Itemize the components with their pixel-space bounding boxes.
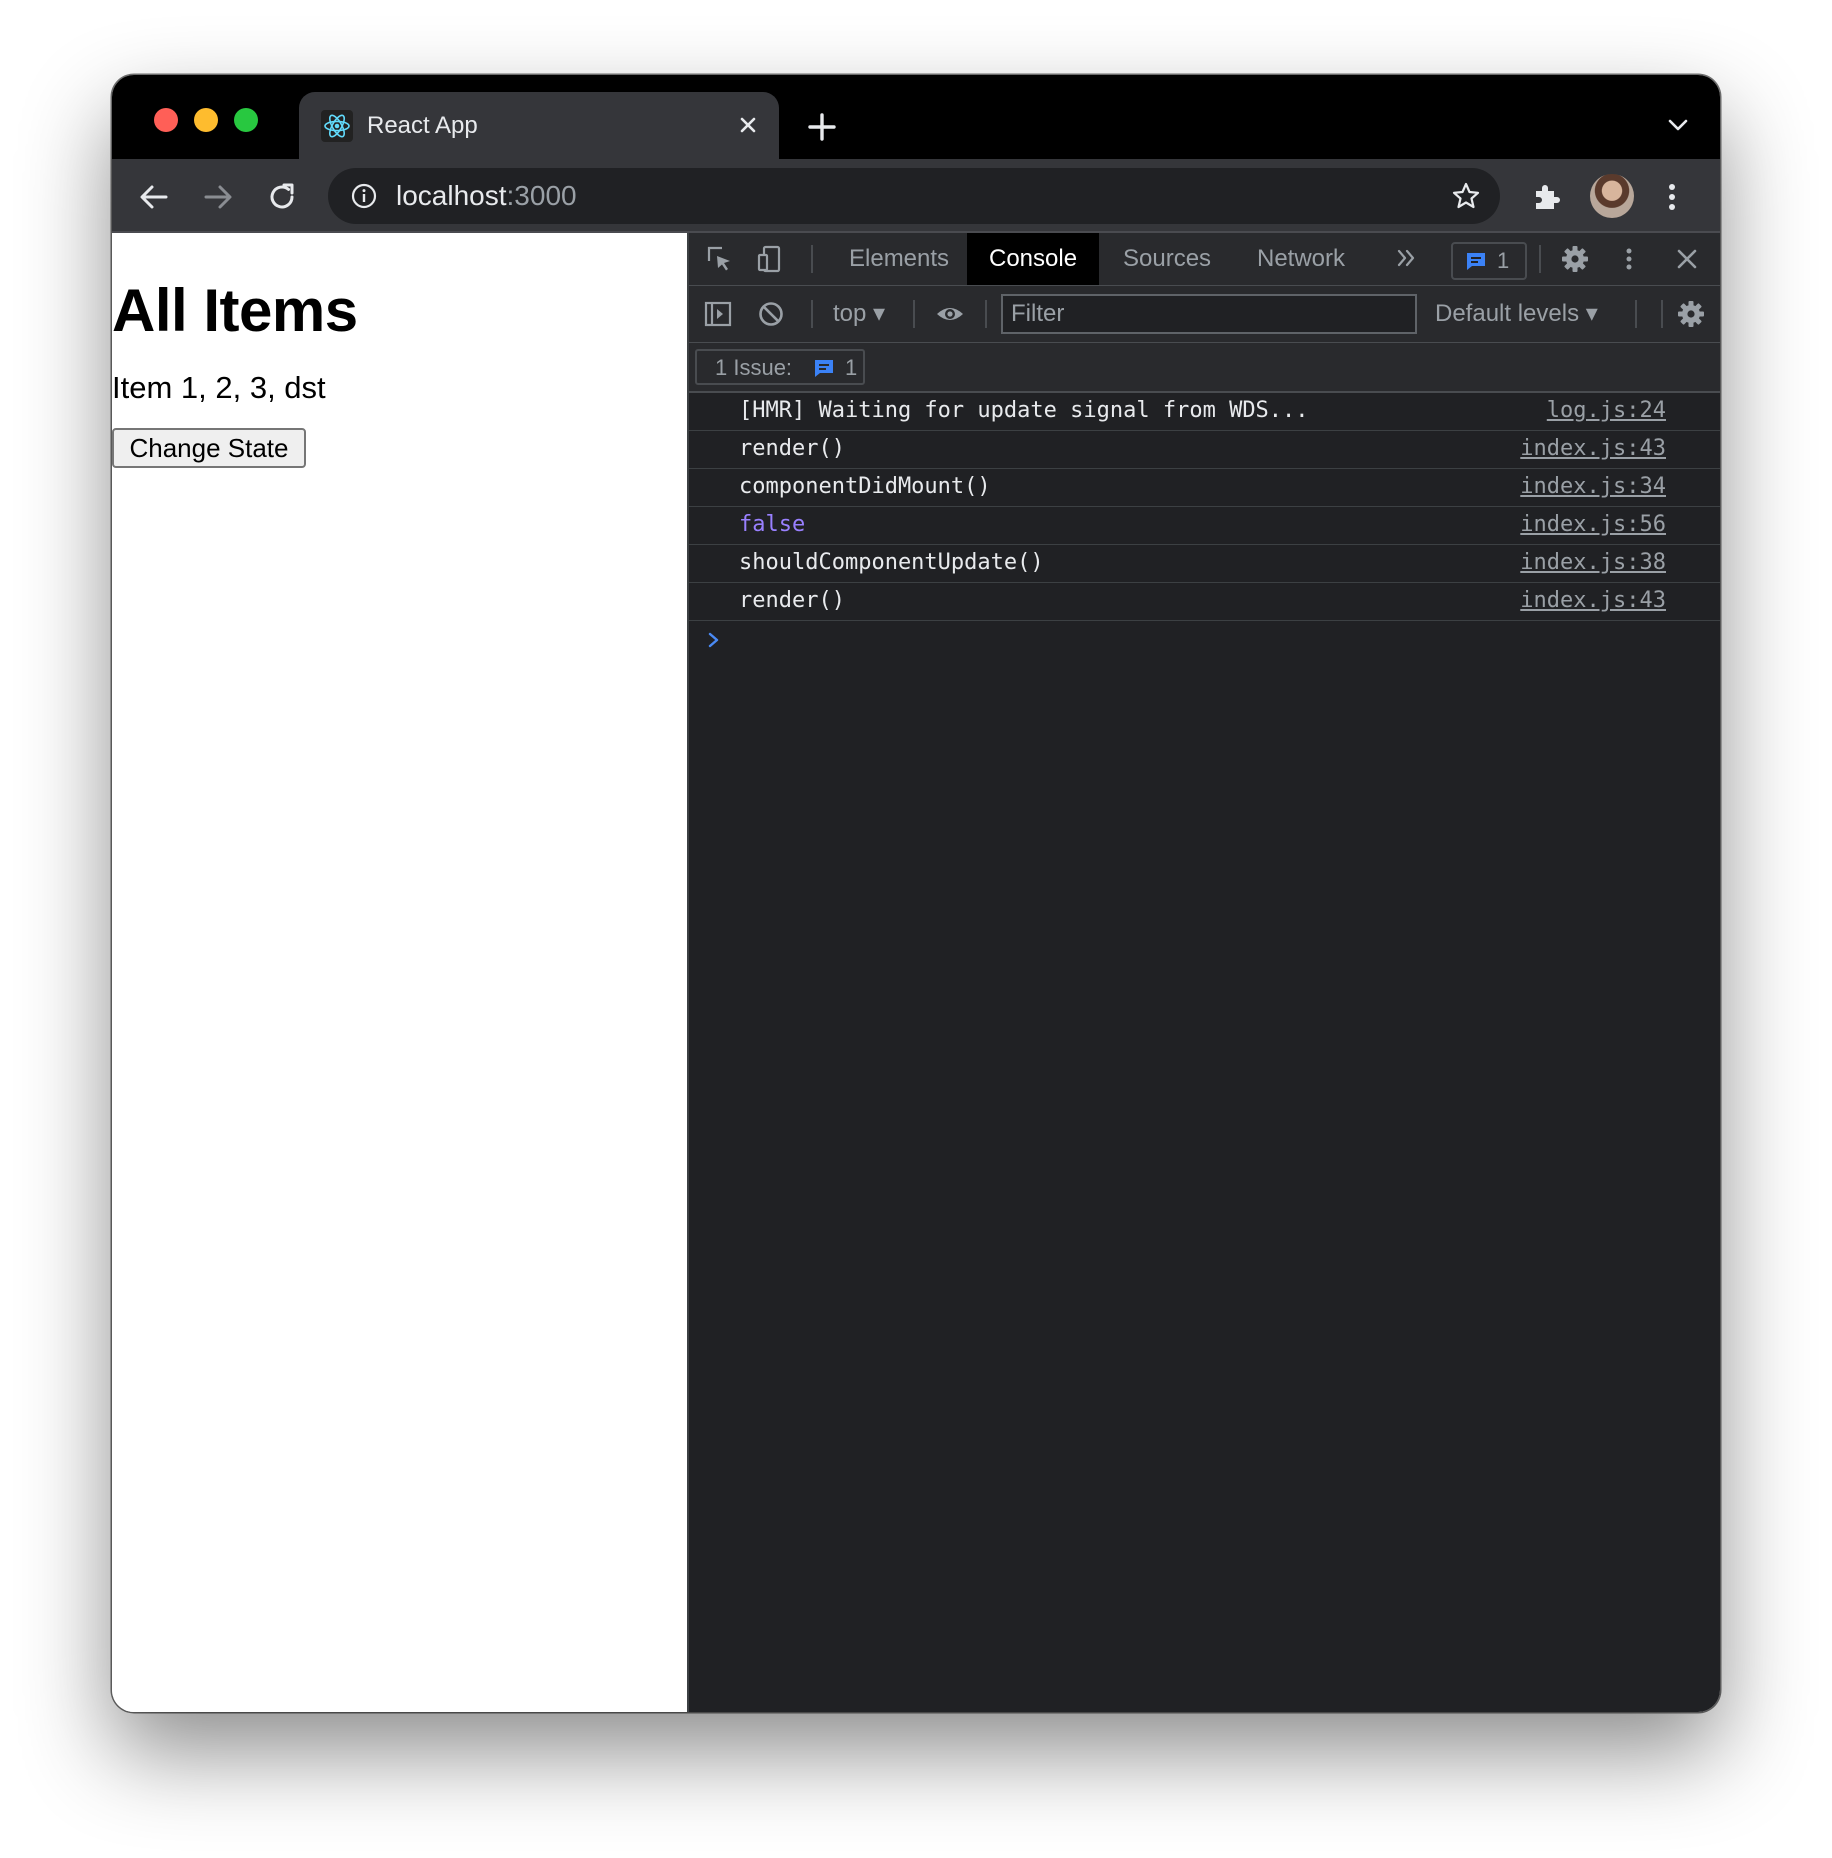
source-link[interactable]: index.js:34	[1520, 469, 1666, 505]
close-window-button[interactable]	[154, 108, 178, 132]
devtools-panel: Elements Console Sources Network 1 top ▾…	[687, 233, 1720, 1712]
console-message: false index.js:56	[689, 507, 1720, 545]
issues-badge[interactable]: 1	[1451, 242, 1527, 280]
source-link[interactable]: index.js:38	[1520, 545, 1666, 581]
web-page: All Items Item 1, 2, 3, dst Change State	[112, 233, 687, 1712]
more-vertical-icon[interactable]	[1652, 177, 1692, 217]
tab-strip: React App	[112, 75, 1720, 159]
live-expression-eye-icon[interactable]	[935, 299, 965, 329]
back-arrow-icon[interactable]	[134, 177, 174, 217]
console-message-text: [HMR] Waiting for update signal from WDS…	[739, 398, 1309, 423]
profile-avatar[interactable]	[1590, 174, 1634, 218]
address-bar[interactable]: localhost:3000	[328, 168, 1500, 224]
issues-bar: 1 Issue: 1	[689, 343, 1720, 393]
chevron-down-icon[interactable]	[1664, 111, 1692, 139]
url-text: localhost:3000	[396, 179, 577, 213]
console-toolbar: top ▾ Default levels ▾	[689, 286, 1720, 343]
log-levels-label: Default levels	[1435, 300, 1580, 327]
minimize-window-button[interactable]	[194, 108, 218, 132]
log-levels-dropdown[interactable]: Default levels ▾	[1435, 300, 1598, 328]
context-label: top	[833, 300, 867, 327]
context-selector[interactable]: top ▾	[833, 300, 885, 328]
toolbar-divider	[985, 300, 987, 328]
console-message-text: render()	[739, 436, 845, 461]
toolbar-divider	[913, 300, 915, 328]
browser-tab[interactable]: React App	[299, 92, 779, 159]
console-log: [HMR] Waiting for update signal from WDS…	[689, 393, 1720, 661]
source-link[interactable]: index.js:56	[1520, 507, 1666, 543]
tab-console[interactable]: Console	[967, 233, 1100, 285]
console-message-text: componentDidMount()	[739, 474, 991, 499]
console-message-text: shouldComponentUpdate()	[739, 550, 1044, 575]
console-message: render() index.js:43	[689, 431, 1720, 469]
devtools-tab-bar: Elements Console Sources Network 1	[689, 233, 1720, 286]
console-message: render() index.js:43	[689, 583, 1720, 621]
console-message: shouldComponentUpdate() index.js:38	[689, 545, 1720, 583]
tab-sources[interactable]: Sources	[1101, 233, 1233, 285]
issues-chip[interactable]: 1 Issue: 1	[695, 349, 865, 385]
reload-icon[interactable]	[262, 177, 302, 217]
info-icon[interactable]	[350, 182, 378, 210]
page-heading: All Items	[112, 277, 358, 344]
tab-network[interactable]: Network	[1235, 233, 1367, 285]
more-tabs-chevrons-icon[interactable]	[1392, 243, 1422, 273]
extensions-puzzle-icon[interactable]	[1526, 177, 1566, 217]
zoom-window-button[interactable]	[234, 108, 258, 132]
console-message-text: render()	[739, 588, 845, 613]
clear-console-icon[interactable]	[756, 299, 786, 329]
console-settings-gear-icon[interactable]	[1676, 299, 1706, 329]
close-devtools-icon[interactable]	[1672, 244, 1702, 274]
toolbar-divider	[811, 300, 813, 328]
sidebar-toggle-icon[interactable]	[703, 299, 733, 329]
issues-count: 1	[845, 355, 858, 380]
tab-title: React App	[367, 112, 478, 139]
console-message: [HMR] Waiting for update signal from WDS…	[689, 393, 1720, 431]
toolbar-divider	[1635, 300, 1637, 328]
prompt-chevron-icon	[708, 632, 719, 648]
change-state-button[interactable]: Change State	[112, 428, 306, 468]
message-icon	[1467, 253, 1485, 270]
source-link[interactable]: log.js:24	[1547, 393, 1666, 429]
issues-label: 1 Issue:	[715, 355, 793, 380]
source-link[interactable]: index.js:43	[1520, 583, 1666, 619]
settings-gear-icon[interactable]	[1560, 244, 1590, 274]
close-tab-icon[interactable]	[731, 108, 765, 142]
source-link[interactable]: index.js:43	[1520, 431, 1666, 467]
inspect-element-icon[interactable]	[705, 244, 735, 274]
url-port: :3000	[506, 180, 577, 211]
react-logo-icon	[321, 110, 353, 142]
device-toolbar-icon[interactable]	[755, 244, 785, 274]
bookmark-star-icon[interactable]	[1450, 180, 1482, 212]
console-boolean-value: false	[739, 512, 806, 537]
devtools-menu-icon[interactable]	[1614, 244, 1644, 274]
message-icon	[815, 360, 833, 377]
items-text: Item 1, 2, 3, dst	[112, 370, 326, 405]
toolbar-divider	[811, 245, 813, 273]
forward-arrow-icon[interactable]	[198, 177, 238, 217]
url-host: localhost	[396, 180, 507, 211]
console-message: componentDidMount() index.js:34	[689, 469, 1720, 507]
browser-window: React App localhost:3000 All Items Item …	[112, 75, 1720, 1712]
browser-toolbar: localhost:3000	[112, 159, 1720, 233]
tab-elements[interactable]: Elements	[827, 233, 971, 285]
toolbar-divider	[1661, 300, 1663, 328]
toolbar-divider	[1539, 245, 1541, 273]
issues-badge-count: 1	[1497, 248, 1510, 273]
console-prompt[interactable]	[689, 621, 1720, 661]
filter-input[interactable]	[1001, 294, 1417, 334]
new-tab-icon[interactable]	[800, 105, 844, 149]
